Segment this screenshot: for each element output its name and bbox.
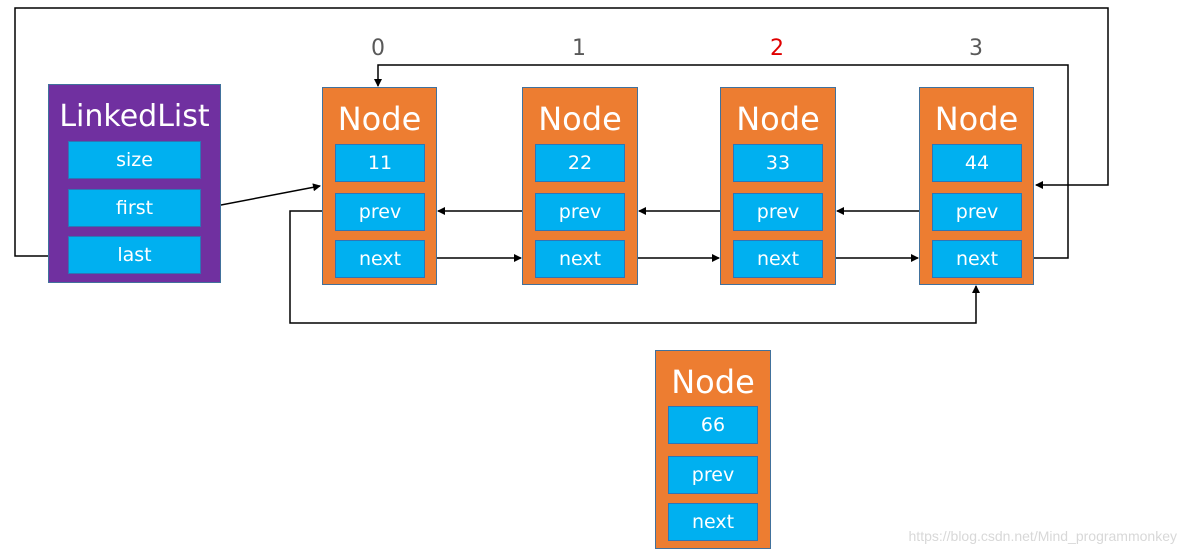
node-value: 33 — [733, 144, 823, 182]
node-next: next — [668, 503, 758, 541]
node-value: 22 — [535, 144, 625, 182]
node-0: Node 11 prev next — [322, 87, 437, 285]
node-value: 44 — [932, 144, 1022, 182]
last-field: last — [68, 236, 201, 274]
node-3: Node 44 prev next — [919, 87, 1034, 285]
new-node: Node 66 prev next — [655, 350, 771, 549]
node-title: Node — [934, 100, 1019, 138]
node-next: next — [932, 240, 1022, 278]
watermark-url: https://blog.csdn.net/Mind_programmonkey — [908, 528, 1177, 544]
node-next: next — [535, 240, 625, 278]
linked-list-diagram: LinkedList size first last 0 1 2 3 Node … — [0, 0, 1187, 552]
node-title: Node — [538, 100, 622, 138]
index-label-0: 0 — [371, 36, 385, 61]
node-prev: prev — [335, 193, 425, 231]
node-1: Node 22 prev next — [522, 87, 638, 285]
index-label-2: 2 — [770, 36, 784, 61]
node-prev: prev — [932, 193, 1022, 231]
node-next: next — [733, 240, 823, 278]
linkedlist-title: LinkedList — [59, 99, 210, 134]
index-label-3: 3 — [969, 36, 983, 61]
size-field: size — [68, 141, 201, 179]
first-field: first — [68, 189, 201, 227]
node-2: Node 33 prev next — [720, 87, 836, 285]
node-value: 11 — [335, 144, 425, 182]
node-value: 66 — [668, 406, 758, 444]
node-prev: prev — [668, 456, 758, 494]
node-prev: prev — [733, 193, 823, 231]
linkedlist-box: LinkedList size first last — [48, 84, 221, 283]
node-title: Node — [337, 100, 422, 138]
node-prev: prev — [535, 193, 625, 231]
node-title: Node — [736, 100, 820, 138]
node-title: Node — [671, 363, 755, 401]
index-label-1: 1 — [572, 36, 586, 61]
node-next: next — [335, 240, 425, 278]
